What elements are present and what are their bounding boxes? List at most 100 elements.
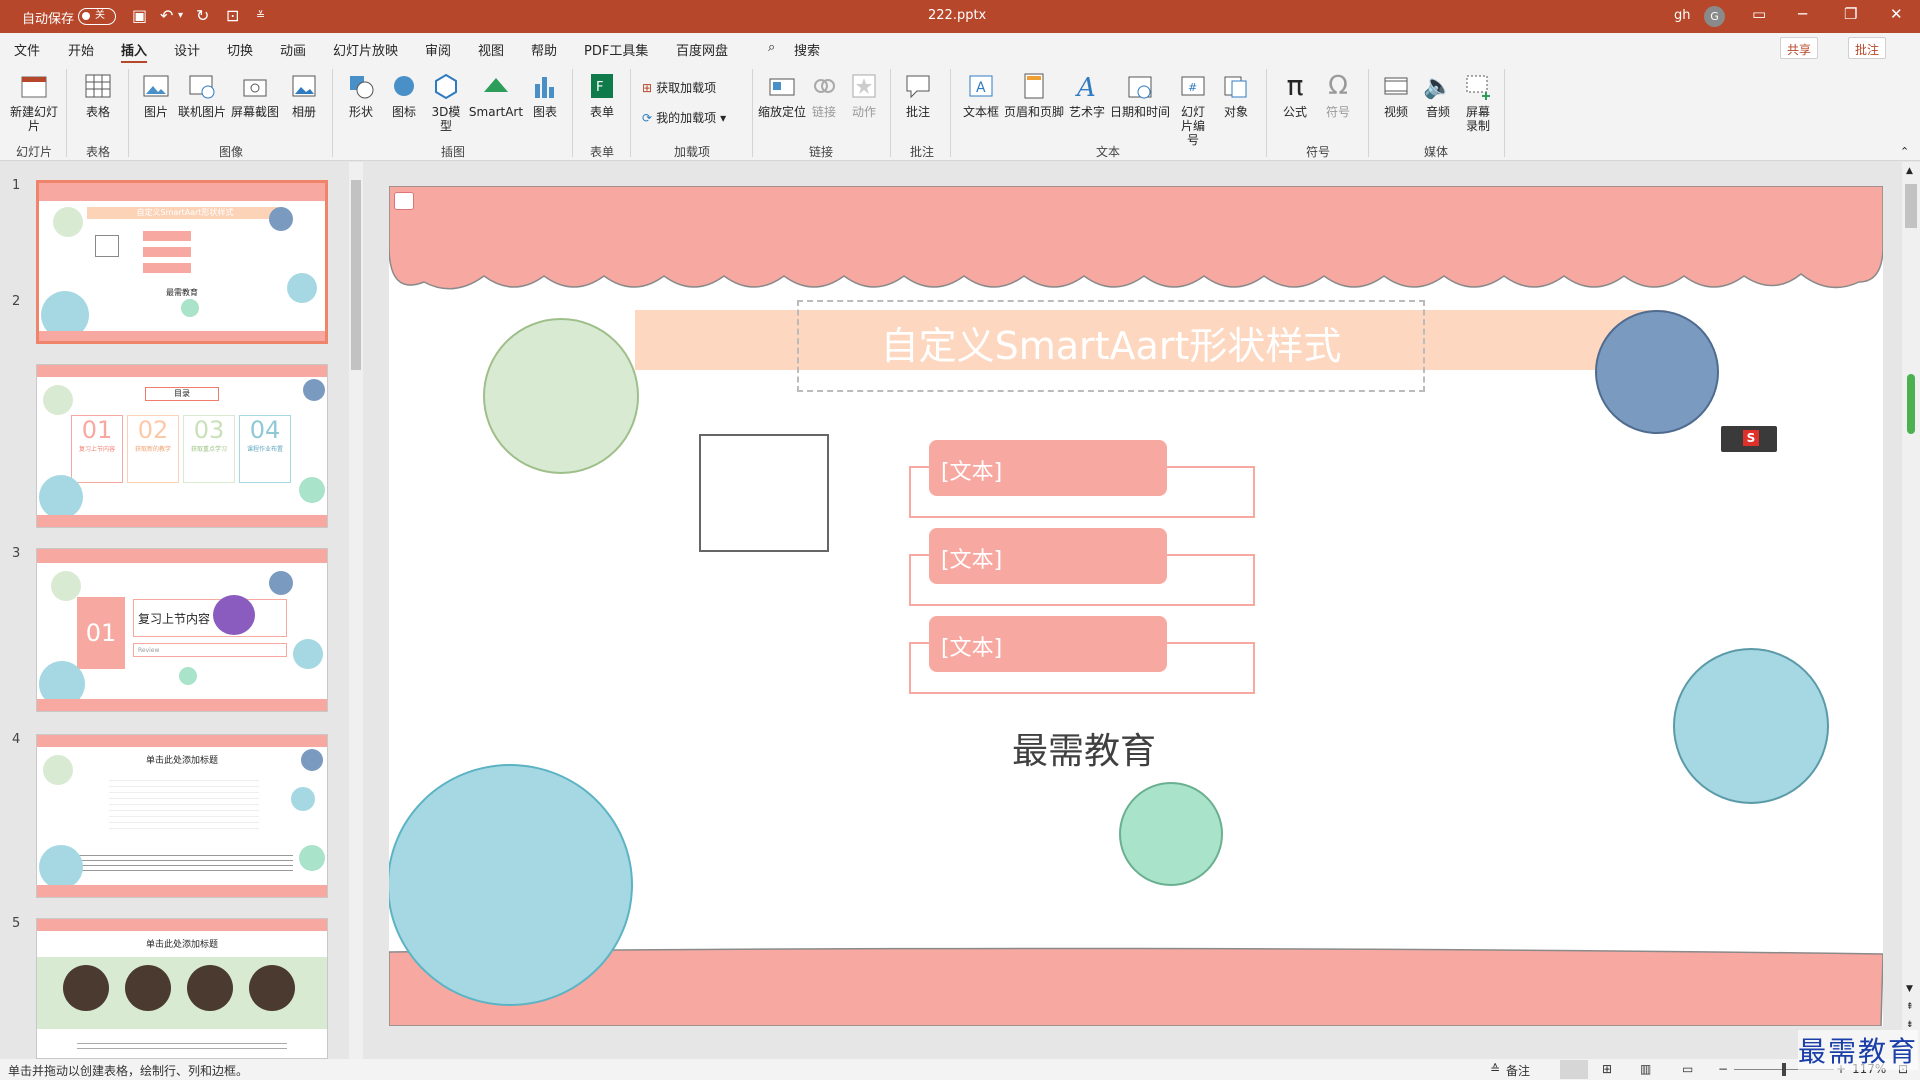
user-name: gh <box>1674 8 1691 23</box>
video-button[interactable]: 视频 <box>1376 69 1416 119</box>
slide-thumbnail-5[interactable]: 单击此处添加标题 <box>36 918 328 1059</box>
search-box[interactable]: 搜索 <box>794 40 820 59</box>
comment-indicator-icon[interactable] <box>394 192 414 210</box>
icons-button[interactable]: 图标 <box>384 69 424 119</box>
ime-toolbar[interactable]: S <box>1721 426 1777 452</box>
zoom-button[interactable]: 缩放定位 <box>758 69 806 119</box>
equation-button[interactable]: π 公式 <box>1274 69 1316 120</box>
tab-design[interactable]: 设计 <box>174 40 200 59</box>
minimize-icon[interactable]: ─ <box>1798 5 1807 23</box>
link-button[interactable]: 链接 <box>806 69 842 119</box>
slide-thumbnail-1[interactable]: 自定义SmartAart形状样式 最需教育 <box>36 180 328 344</box>
thumb-bottom-band <box>37 885 327 897</box>
zoom-out-icon[interactable]: − <box>1718 1062 1728 1076</box>
close-icon[interactable]: ✕ <box>1890 5 1903 23</box>
tab-help[interactable]: 帮助 <box>531 40 557 59</box>
tab-view[interactable]: 视图 <box>478 40 504 59</box>
textbox-button[interactable]: A 文本框 <box>958 69 1004 119</box>
collapse-ribbon-icon[interactable]: ⌃ <box>1900 145 1909 158</box>
scroll-down-icon[interactable]: ▼ <box>1906 984 1913 994</box>
forms-button[interactable]: F 表单 <box>580 69 624 119</box>
comments-button[interactable]: 批注 <box>1848 37 1887 59</box>
chart-button[interactable]: 图表 <box>526 69 564 119</box>
ribbon-display-icon[interactable]: ▭ <box>1752 5 1766 23</box>
group-label-slides: 幻灯片 <box>15 145 52 159</box>
datetime-button[interactable]: 日期和时间 <box>1110 69 1170 119</box>
slide-title[interactable]: 自定义SmartAart形状样式 <box>797 300 1425 392</box>
zoom-slider-thumb[interactable] <box>1782 1063 1786 1076</box>
editor-scrollbar[interactable]: ▲ ▼ ⇞ ⇟ <box>1902 162 1920 1059</box>
tab-insert[interactable]: 插入 <box>121 40 148 64</box>
slide-thumbnail-3[interactable]: 01 复习上节内容 Review <box>36 548 328 712</box>
group-separator <box>752 69 753 157</box>
previous-slide-icon[interactable]: ⇞ <box>1906 1002 1914 1012</box>
notes-icon[interactable]: ≙ <box>1490 1062 1500 1076</box>
3d-model-button[interactable]: 3D模型 <box>426 69 466 133</box>
undo-dropdown-icon[interactable]: ▾ <box>178 10 183 21</box>
smartart-item-2[interactable]: [文本] <box>929 528 1167 584</box>
tab-transitions[interactable]: 切换 <box>227 40 253 59</box>
picture-button[interactable]: 图片 <box>136 69 176 119</box>
tab-slideshow[interactable]: 幻灯片放映 <box>333 40 398 59</box>
slide-thumbnail-2[interactable]: 目录 01 复习上节内容 02 获取新的教学 03 获取重点学习 04 课程作业布置 <box>36 364 328 528</box>
normal-view-icon[interactable] <box>1560 1060 1588 1079</box>
tab-file[interactable]: 文件 <box>14 40 40 59</box>
thumbnail-scrollbar[interactable] <box>349 162 363 1059</box>
file-name: 222.pptx <box>928 8 987 23</box>
slide-number: 1 <box>12 178 21 193</box>
online-picture-button[interactable]: 联机图片 <box>178 69 226 119</box>
search-icon[interactable]: ⌕ <box>768 40 775 55</box>
symbol-button[interactable]: Ω 符号 <box>1318 69 1358 119</box>
thumb-bottom-band <box>39 331 325 341</box>
action-button[interactable]: 动作 <box>846 69 882 119</box>
screenshot-button[interactable]: 屏幕截图 <box>228 69 282 119</box>
slide-number-button[interactable]: # 幻灯片编号 <box>1172 69 1214 147</box>
audio-button[interactable]: 🔈 音频 <box>1418 69 1458 119</box>
next-slide-icon[interactable]: ⇟ <box>1906 1020 1914 1030</box>
new-slide-button[interactable]: 新建幻灯片 <box>6 69 62 133</box>
smartart-button[interactable]: SmartArt <box>468 69 524 119</box>
svg-text:#: # <box>1188 81 1197 94</box>
redo-icon[interactable]: ↻ <box>196 6 209 25</box>
group-label-text: 文本 <box>1095 145 1120 159</box>
tab-baidu[interactable]: 百度网盘 <box>676 40 728 59</box>
scroll-thumb[interactable] <box>351 180 361 370</box>
album-button[interactable]: 相册 <box>284 69 324 119</box>
scroll-thumb[interactable] <box>1905 184 1917 228</box>
reading-view-icon[interactable]: ▥ <box>1640 1062 1651 1076</box>
slide-thumbnail-4[interactable]: 单击此处添加标题 <box>36 734 328 898</box>
smartart-item-3[interactable]: [文本] <box>929 616 1167 672</box>
screen-record-button[interactable]: 屏幕录制 <box>1460 69 1496 133</box>
tab-animations[interactable]: 动画 <box>280 40 306 59</box>
autosave-toggle[interactable]: 关 <box>78 8 116 25</box>
slide-canvas[interactable]: 自定义SmartAart形状样式 [文本] [文本] [文本] S 最需教育 <box>389 186 1883 1026</box>
scroll-up-icon[interactable]: ▲ <box>1906 166 1913 176</box>
restore-icon[interactable]: ❐ <box>1844 5 1857 23</box>
table-button[interactable]: 表格 <box>74 69 122 119</box>
customize-qat-icon[interactable]: ≚ <box>256 9 265 22</box>
present-icon[interactable]: ⊡ <box>226 6 239 25</box>
thumb-circle <box>53 207 83 237</box>
smartart-item-1[interactable]: [文本] <box>929 440 1167 496</box>
empty-square-shape[interactable] <box>699 434 829 552</box>
shapes-button[interactable]: 形状 <box>340 69 382 119</box>
share-button[interactable]: 共享 <box>1780 37 1819 59</box>
slideshow-view-icon[interactable]: ▭ <box>1682 1062 1693 1076</box>
header-footer-button[interactable]: 页眉和页脚 <box>1004 69 1064 119</box>
object-button[interactable]: 对象 <box>1216 69 1256 119</box>
thumb-circle <box>179 667 197 685</box>
tab-home[interactable]: 开始 <box>68 40 94 59</box>
notes-button[interactable]: 备注 <box>1506 1062 1530 1079</box>
comment-insert-button[interactable]: 批注 <box>898 69 938 119</box>
undo-icon[interactable]: ↶ <box>160 6 173 25</box>
save-icon[interactable]: ▣ <box>132 6 147 25</box>
get-addins-button[interactable]: ⊞ 获取加载项 <box>642 79 716 96</box>
slide-number: 3 <box>12 546 21 561</box>
wordart-button[interactable]: A 艺术字 <box>1066 69 1108 119</box>
tab-review[interactable]: 审阅 <box>425 40 451 59</box>
slide-footer-text[interactable]: 最需教育 <box>929 722 1239 774</box>
my-addins-button[interactable]: ⟳ 我的加载项 ▾ <box>642 109 726 126</box>
avatar[interactable]: G <box>1704 6 1725 27</box>
tab-pdf[interactable]: PDF工具集 <box>584 40 648 59</box>
slide-sorter-icon[interactable]: ⊞ <box>1602 1062 1612 1076</box>
